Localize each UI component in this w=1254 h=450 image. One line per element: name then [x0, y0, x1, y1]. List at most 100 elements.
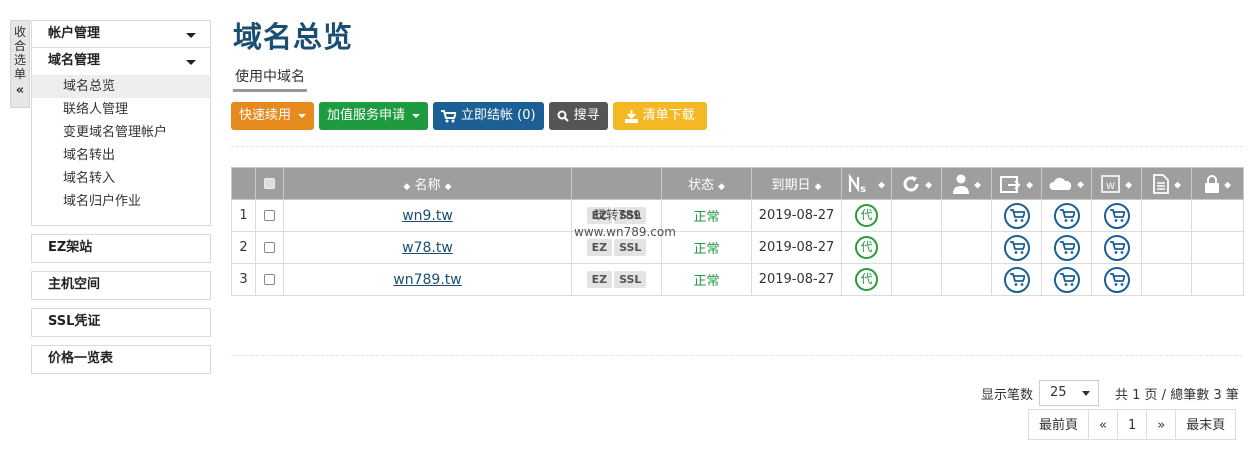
double-left-arrow-icon[interactable]: «	[11, 83, 29, 98]
header-status[interactable]: 状态 ◆	[661, 167, 752, 200]
sort-icon: ◆	[403, 182, 411, 192]
expiry-cell: 2019-08-27	[751, 199, 842, 232]
sort-icon: ◆	[718, 182, 726, 192]
refresh-icon	[903, 175, 919, 191]
divider	[231, 146, 1243, 147]
document-icon	[1153, 173, 1169, 194]
proxy-badge[interactable]: 代	[855, 236, 878, 259]
quick-renew-button[interactable]: 快速续用	[231, 102, 315, 130]
submenu-domain-overview[interactable]: 域名总览	[32, 75, 210, 98]
header-document[interactable]: ◆	[1141, 167, 1192, 200]
caret-down-icon	[1082, 391, 1091, 396]
sidebar-item-ez-site[interactable]: EZ架站	[31, 234, 211, 263]
row-number: 1	[231, 199, 256, 232]
cloud-cell	[1041, 263, 1092, 296]
sidebar-item-hosting[interactable]: 主机空间	[31, 271, 211, 300]
cart-icon[interactable]	[1053, 266, 1080, 293]
cart-icon[interactable]	[1053, 202, 1080, 229]
cloud-icon	[1049, 177, 1072, 190]
checkout-button[interactable]: 立即结帐 (0)	[433, 102, 544, 130]
domain-cell: wn9.tw	[283, 199, 572, 232]
table-row: 3 wn789.tw EZ SSL 正常 2019-08-27 代	[231, 263, 1244, 296]
cart-icon[interactable]	[1053, 234, 1080, 261]
sort-icon: ◆	[814, 182, 822, 192]
collapse-menu-tab[interactable]: 收合选单 «	[10, 20, 30, 108]
submenu-transfer-in[interactable]: 域名转入	[32, 167, 210, 190]
header-website[interactable]: W ◆	[1091, 167, 1142, 200]
cart-icon[interactable]	[1003, 202, 1030, 229]
lock-icon	[1204, 174, 1219, 193]
header-forward[interactable]: ◆	[991, 167, 1042, 200]
header-tags	[571, 167, 662, 200]
ez-tag: EZ	[586, 239, 613, 256]
proxy-badge[interactable]: 代	[855, 204, 878, 227]
table-header-row: ◆ 名称 ◆ 状态 ◆ 到期日 ◆ s ◆ ◆ ◆ ◆ ◆ W ◆ ◆ ◆	[231, 167, 1244, 200]
row-checkbox[interactable]	[264, 210, 275, 221]
sidebar-item-label: 帐户管理	[48, 26, 101, 41]
submenu-account-merge[interactable]: 域名归户作业	[32, 190, 210, 213]
proxy-badge[interactable]: 代	[855, 268, 878, 291]
page-number-button[interactable]: 1	[1116, 409, 1148, 440]
forward-cell	[991, 231, 1042, 264]
header-name[interactable]: ◆ 名称 ◆	[283, 167, 572, 200]
header-ns[interactable]: s ◆	[841, 167, 892, 200]
tab-active-domains[interactable]: 使用中域名	[233, 66, 307, 92]
sidebar: 帐户管理 域名管理 域名总览 联络人管理 变更域名管理帐户 域名转出 域名转入 …	[31, 20, 211, 382]
next-page-button[interactable]: »	[1146, 409, 1177, 440]
status-cell: 正常	[661, 231, 752, 264]
sidebar-item-label: EZ架站	[48, 240, 93, 255]
ez-tag: EZ	[586, 207, 613, 224]
sidebar-item-pricing[interactable]: 价格一览表	[31, 345, 211, 374]
header-expiry[interactable]: 到期日 ◆	[751, 167, 842, 200]
cart-icon[interactable]	[1103, 266, 1130, 293]
cart-icon[interactable]	[1003, 266, 1030, 293]
caret-down-icon	[298, 114, 307, 118]
submenu-transfer-out[interactable]: 域名转出	[32, 144, 210, 167]
header-select-all[interactable]	[255, 167, 284, 200]
header-privacy[interactable]: ◆	[941, 167, 992, 200]
autorenew-cell	[891, 199, 942, 232]
row-select[interactable]	[255, 199, 284, 232]
first-page-button[interactable]: 最前頁	[1028, 409, 1090, 440]
sidebar-item-ssl[interactable]: SSL凭证	[31, 308, 211, 337]
caret-down-icon	[186, 60, 196, 65]
cart-icon[interactable]	[1103, 202, 1130, 229]
ns-icon: s	[848, 173, 866, 194]
download-list-button[interactable]: 清单下载	[612, 102, 707, 130]
row-select[interactable]	[255, 263, 284, 296]
cart-icon[interactable]	[1103, 234, 1130, 261]
row-number: 3	[231, 263, 256, 296]
value-added-label: 加值服务申请	[327, 108, 406, 123]
status-cell: 正常	[661, 199, 752, 232]
status-cell: 正常	[661, 263, 752, 296]
row-checkbox[interactable]	[264, 242, 275, 253]
sidebar-item-domain-management[interactable]: 域名管理	[32, 48, 210, 75]
domain-cell: wn789.tw	[283, 263, 572, 296]
submenu-change-account[interactable]: 变更域名管理帐户	[32, 121, 210, 144]
select-all-checkbox[interactable]	[264, 178, 275, 189]
sort-icon: ◆	[1077, 180, 1085, 190]
domain-link[interactable]: wn789.tw	[393, 272, 461, 288]
prev-page-button[interactable]: «	[1088, 409, 1118, 440]
ssl-tag: SSL	[614, 271, 647, 288]
submenu-contacts[interactable]: 联络人管理	[32, 98, 210, 121]
cart-icon[interactable]	[1003, 234, 1030, 261]
sidebar-item-label: 价格一览表	[48, 351, 114, 366]
header-autorenew[interactable]: ◆	[891, 167, 942, 200]
ns-cell: 代	[841, 231, 892, 264]
sort-icon: ◆	[878, 180, 886, 190]
value-added-service-button[interactable]: 加值服务申请	[319, 102, 429, 130]
row-select[interactable]	[255, 231, 284, 264]
last-page-button[interactable]: 最末頁	[1175, 409, 1237, 440]
search-button[interactable]: 搜寻	[548, 102, 608, 130]
document-cell	[1141, 199, 1192, 232]
row-checkbox[interactable]	[264, 274, 275, 285]
sidebar-item-account[interactable]: 帐户管理	[32, 21, 210, 48]
header-cloud[interactable]: ◆	[1041, 167, 1092, 200]
sort-icon: ◆	[444, 182, 452, 192]
caret-down-icon	[412, 114, 421, 118]
page-size-select[interactable]: 25	[1039, 380, 1100, 406]
domain-link[interactable]: w78.tw	[402, 240, 453, 256]
header-lock[interactable]: ◆	[1191, 167, 1244, 200]
domain-link[interactable]: wn9.tw	[402, 208, 453, 224]
